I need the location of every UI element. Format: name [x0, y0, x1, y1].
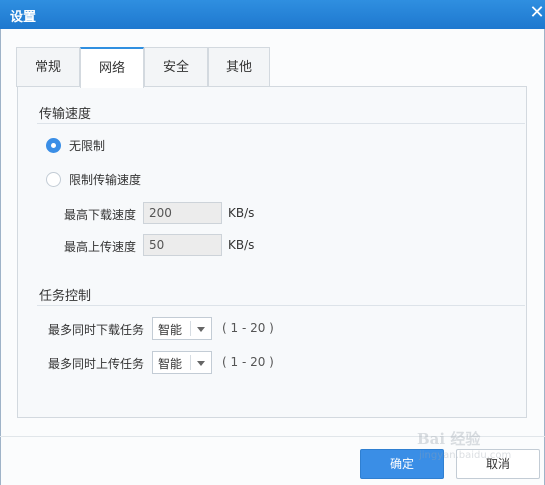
select-separator — [190, 321, 191, 336]
radio-limit-speed[interactable]: 限制传输速度 — [46, 171, 141, 188]
watermark-url: jingyan.baidu.com — [419, 450, 512, 461]
radio-checked-icon[interactable] — [46, 138, 61, 153]
chevron-down-icon[interactable] — [197, 361, 205, 366]
tab-security[interactable]: 安全 — [144, 47, 208, 87]
title-bar: 设置 ✕ — [0, 0, 545, 29]
max-download-speed-label: 最高下载速度 — [64, 208, 137, 222]
section-divider — [37, 305, 525, 306]
tab-other[interactable]: 其他 — [208, 47, 270, 87]
select-separator — [190, 355, 191, 370]
download-range-hint: ( 1 - 20 ) — [222, 321, 274, 335]
close-icon[interactable]: ✕ — [529, 3, 545, 23]
download-unit: KB/s — [228, 206, 255, 220]
max-upload-speed-input[interactable]: 50 — [143, 234, 222, 256]
upload-unit: KB/s — [228, 238, 255, 252]
tab-network[interactable]: 网络 — [80, 47, 144, 88]
radio-unchecked-icon[interactable] — [46, 172, 61, 187]
radio-unlimited[interactable]: 无限制 — [46, 137, 105, 154]
radio-unlimited-label: 无限制 — [69, 139, 106, 153]
section-title-task-control: 任务控制 — [39, 289, 92, 304]
max-download-speed-input[interactable]: 200 — [143, 202, 222, 224]
max-concurrent-uploads-select[interactable]: 智能 — [152, 351, 212, 374]
max-upload-speed-label: 最高上传速度 — [64, 240, 137, 254]
window-title: 设置 — [10, 10, 37, 25]
section-divider — [37, 123, 525, 124]
watermark-text: Bai 经验 — [417, 430, 481, 448]
max-concurrent-uploads-label: 最多同时上传任务 — [48, 357, 145, 371]
section-title-transfer-speed: 传输速度 — [39, 107, 92, 122]
radio-limit-speed-label: 限制传输速度 — [69, 173, 142, 187]
max-concurrent-downloads-label: 最多同时下载任务 — [48, 323, 145, 337]
chevron-down-icon[interactable] — [197, 327, 205, 332]
max-concurrent-downloads-select[interactable]: 智能 — [152, 317, 212, 340]
watermark-logo: Bai 经验 jingyan.baidu.com — [405, 420, 525, 470]
select-value: 智能 — [158, 323, 183, 337]
select-value: 智能 — [158, 357, 183, 371]
tab-general[interactable]: 常规 — [16, 47, 80, 87]
upload-range-hint: ( 1 - 20 ) — [222, 355, 274, 369]
